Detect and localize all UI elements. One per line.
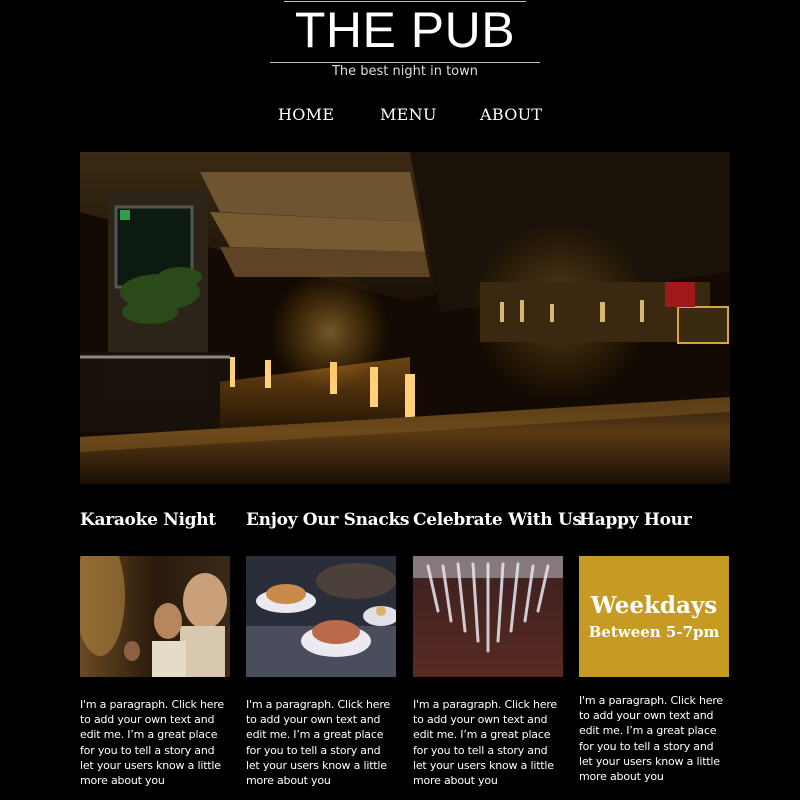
- feature-title: Karaoke Night: [80, 510, 216, 530]
- feature-text: I'm a paragraph. Click here to add your …: [579, 694, 723, 784]
- nav-home[interactable]: HOME: [278, 105, 334, 124]
- pub-interior-photo: [80, 152, 730, 484]
- site-title: THE PUB: [294, 2, 516, 58]
- site-tagline: The best night in town: [331, 64, 479, 79]
- feature-text: I'm a paragraph. Click here to add your …: [80, 698, 224, 788]
- feature-title: Celebrate With Us: [413, 510, 582, 530]
- feature-snacks: Enjoy Our Snacks I'm a paragraph. Click …: [246, 507, 410, 787]
- feature-karaoke: Karaoke Night I'm a paragraph. Click her…: [80, 507, 232, 787]
- karaoke-photo[interactable]: [80, 556, 230, 677]
- snacks-photo[interactable]: [246, 556, 396, 677]
- happy-hour-time: Between 5-7pm: [588, 622, 720, 641]
- main-nav: HOME MENU ABOUT: [0, 105, 800, 129]
- feature-celebrate: Celebrate With Us I'm a paragraph. Click…: [413, 507, 582, 787]
- site-logo[interactable]: THE PUB The best night in town: [270, 0, 540, 90]
- hero-image: [80, 152, 730, 484]
- happy-hour-panel[interactable]: Weekdays Between 5-7pm: [579, 556, 729, 677]
- feature-title: Happy Hour: [579, 510, 692, 530]
- feature-text: I'm a paragraph. Click here to add your …: [413, 698, 557, 788]
- glasses-photo[interactable]: [413, 556, 563, 677]
- nav-about[interactable]: ABOUT: [480, 105, 542, 124]
- feature-happy-hour: Happy Hour Weekdays Between 5-7pm I'm a …: [579, 507, 731, 783]
- happy-hour-days: Weekdays: [590, 591, 718, 619]
- feature-text: I'm a paragraph. Click here to add your …: [246, 698, 390, 788]
- nav-menu[interactable]: MENU: [380, 105, 437, 124]
- feature-title: Enjoy Our Snacks: [246, 510, 410, 530]
